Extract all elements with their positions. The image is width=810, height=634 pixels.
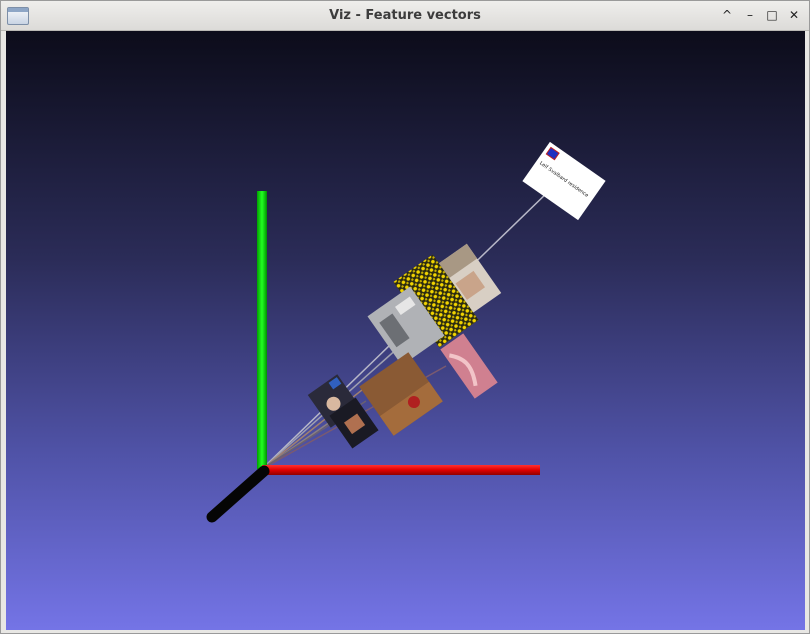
app-window: Viz - Feature vectors ^ – □ ✕ Leif Svalb…	[0, 0, 810, 634]
x-axis	[262, 465, 540, 475]
z-axis	[206, 465, 270, 523]
title-bar[interactable]: Viz - Feature vectors ^ – □ ✕	[1, 1, 809, 31]
scene-canvas[interactable]: Leif Svalbard residence	[6, 31, 805, 630]
close-button[interactable]: ✕	[785, 6, 803, 24]
image-card-label[interactable]: Leif Svalbard residence	[522, 141, 606, 221]
image-card-pink[interactable]	[440, 333, 498, 399]
shade-button[interactable]: ^	[718, 6, 736, 24]
maximize-button[interactable]: □	[763, 6, 781, 24]
y-axis	[257, 191, 267, 469]
3d-viewport[interactable]: Leif Svalbard residence	[6, 31, 805, 630]
window-title: Viz - Feature vectors	[329, 8, 481, 23]
minimize-button[interactable]: –	[741, 6, 759, 24]
